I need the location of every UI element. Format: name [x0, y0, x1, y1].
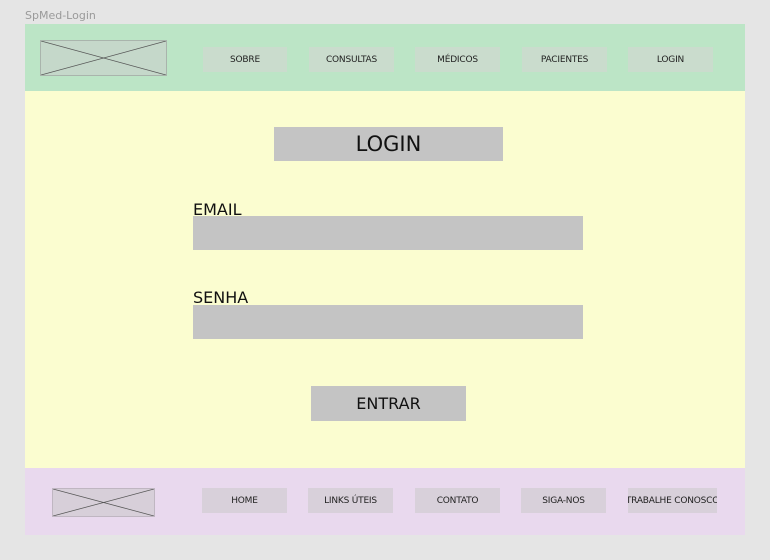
- image-placeholder-icon: [41, 41, 166, 75]
- login-content: LOGIN EMAIL SENHA ENTRAR: [25, 91, 745, 468]
- nav-login[interactable]: LOGIN: [628, 47, 713, 72]
- login-page-frame: SOBRE CONSULTAS MÉDICOS PACIENTES LOGIN …: [25, 24, 745, 535]
- header-logo-placeholder[interactable]: [40, 40, 167, 76]
- footer-link-home[interactable]: HOME: [202, 488, 287, 513]
- email-field[interactable]: [193, 216, 583, 250]
- nav-sobre[interactable]: SOBRE: [203, 47, 287, 72]
- nav-medicos[interactable]: MÉDICOS: [415, 47, 500, 72]
- footer-link-links-uteis[interactable]: LINKS ÚTEIS: [308, 488, 393, 513]
- password-field[interactable]: [193, 305, 583, 339]
- footer-logo-placeholder[interactable]: [52, 488, 155, 517]
- page-title: LOGIN: [274, 127, 503, 161]
- footer: HOME LINKS ÚTEIS CONTATO SIGA-NOS TRABAL…: [25, 468, 745, 535]
- frame-title: SpMed-Login: [25, 9, 96, 22]
- nav-pacientes[interactable]: PACIENTES: [522, 47, 607, 72]
- footer-link-siga-nos[interactable]: SIGA-NOS: [521, 488, 606, 513]
- footer-link-contato[interactable]: CONTATO: [415, 488, 500, 513]
- image-placeholder-icon: [53, 489, 154, 516]
- header: SOBRE CONSULTAS MÉDICOS PACIENTES LOGIN: [25, 24, 745, 91]
- footer-link-trabalhe-conosco[interactable]: TRABALHE CONOSCO: [628, 488, 717, 513]
- nav-consultas[interactable]: CONSULTAS: [309, 47, 394, 72]
- login-submit-button[interactable]: ENTRAR: [311, 386, 466, 421]
